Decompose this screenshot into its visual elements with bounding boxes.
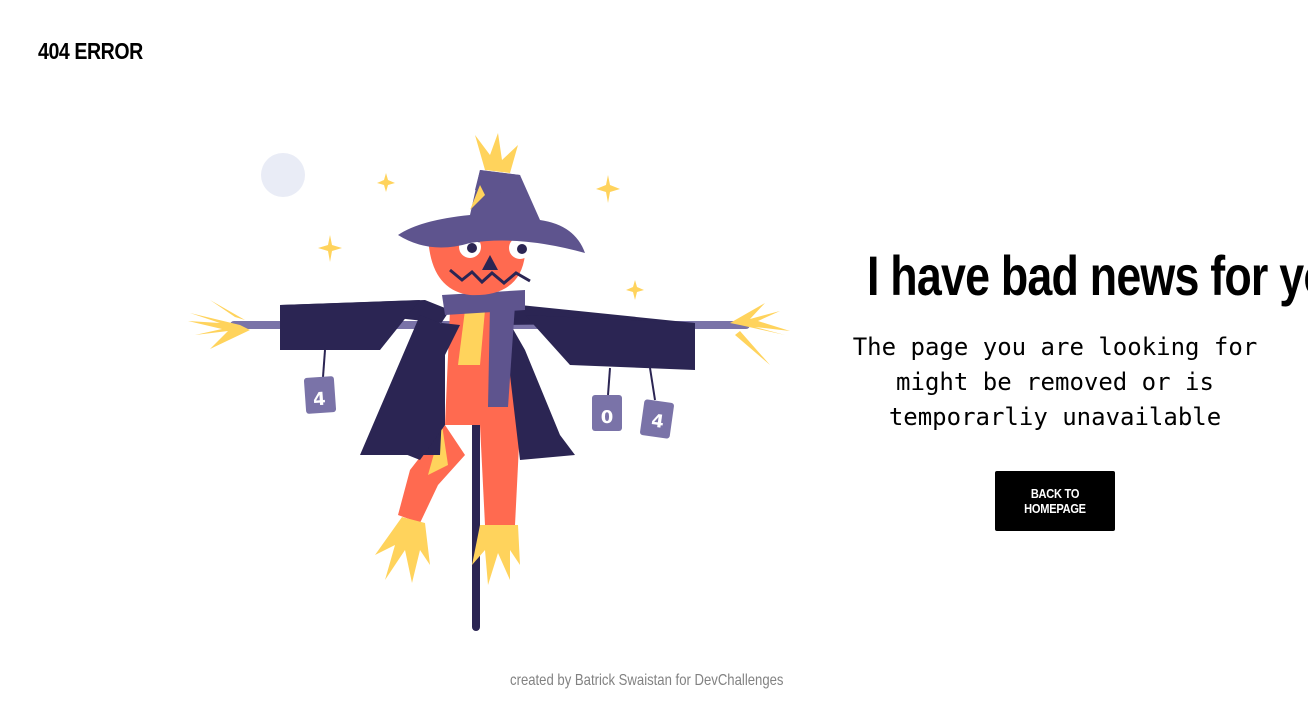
moon-shape — [261, 153, 305, 197]
error-message: The page you are looking for might be re… — [852, 333, 1258, 431]
back-to-homepage-label: BACK TO HOMEPAGE — [1024, 486, 1086, 516]
footer-credit: created by Batrick Swaistan for DevChall… — [0, 672, 1294, 690]
can-label: 4 — [312, 389, 326, 411]
back-to-homepage-button[interactable]: BACK TO HOMEPAGE — [995, 471, 1115, 531]
error-content: I have bad news for you The page you are… — [820, 240, 1308, 531]
footer-credit-text: created by Batrick Swaistan for DevChall… — [510, 672, 784, 689]
page-headline: I have bad news for you — [867, 244, 1308, 307]
scarecrow-illustration: 4 0 4 — [180, 125, 800, 635]
can-label: 0 — [601, 407, 614, 428]
brand-title: 404 ERROR — [38, 38, 143, 64]
